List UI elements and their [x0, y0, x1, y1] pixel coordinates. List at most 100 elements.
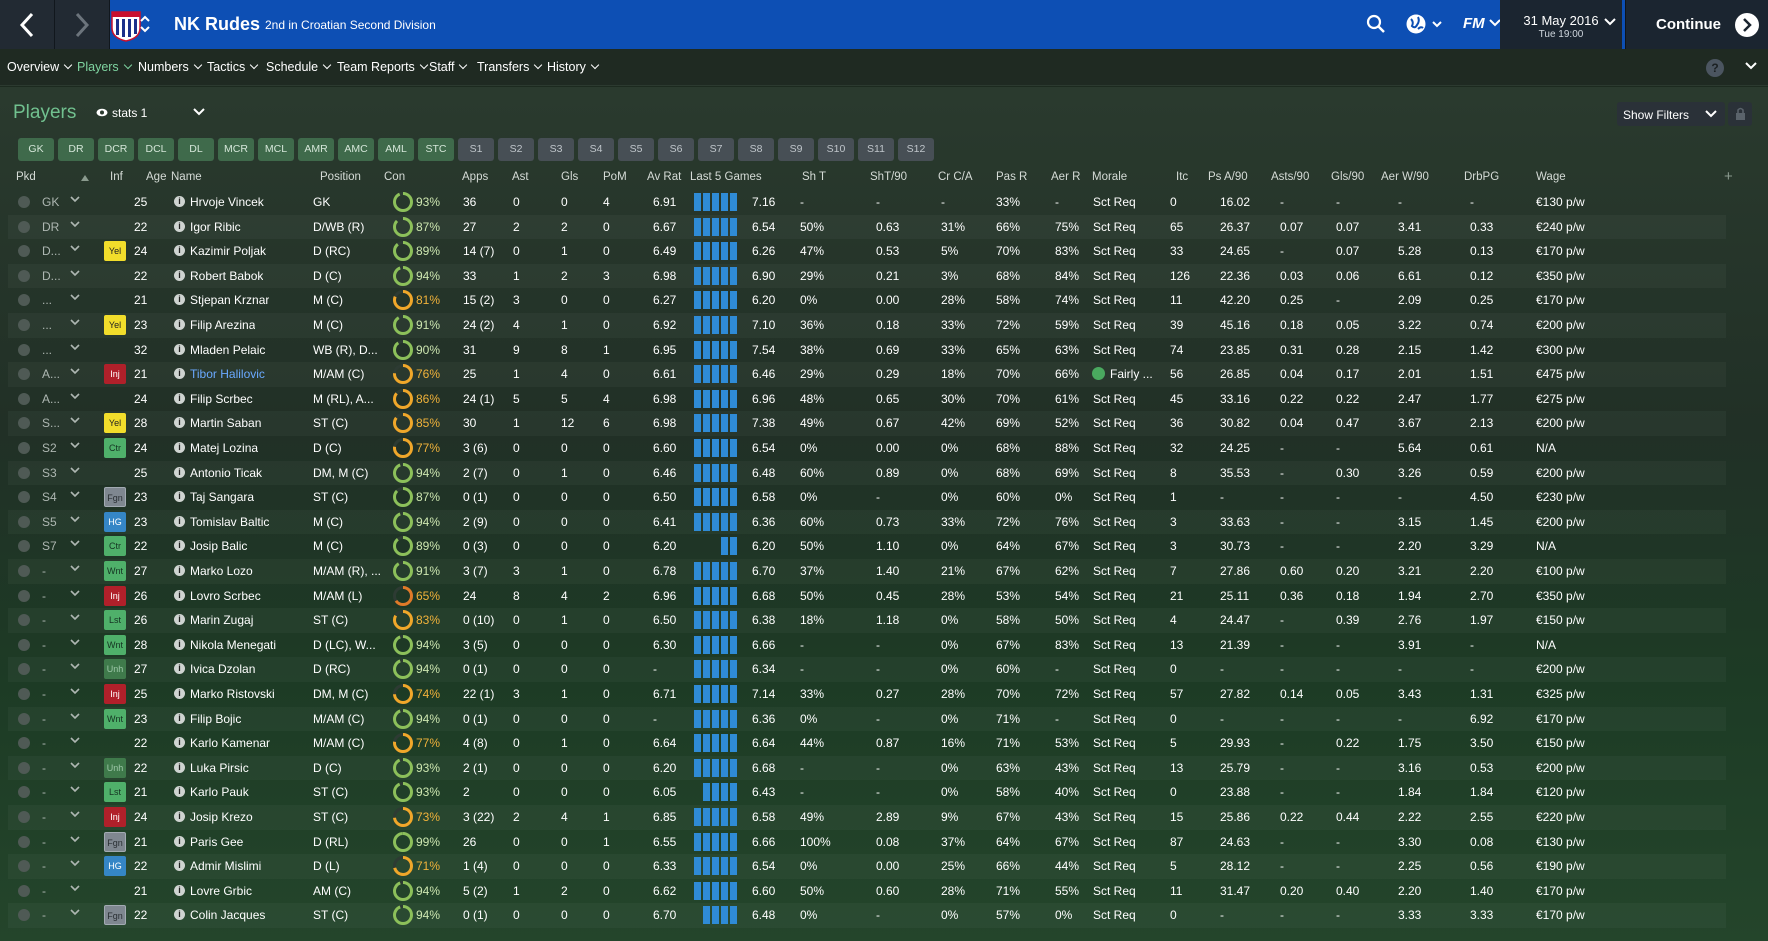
player-name[interactable]: Marko Lozo	[190, 564, 253, 578]
table-row[interactable]: - Inj 24 i Josip Krezo ST (C) 73% 3 (22) 2 4 1 6.85…	[8, 805, 1726, 830]
status-badge[interactable]: Ctr	[104, 536, 126, 557]
pick-radio[interactable]	[18, 737, 30, 750]
info-icon[interactable]: i	[174, 466, 185, 478]
back-button[interactable]	[0, 0, 55, 49]
player-name[interactable]: Robert Babok	[190, 269, 263, 283]
pick-radio[interactable]	[18, 392, 30, 405]
chevron-down-icon[interactable]	[70, 590, 80, 598]
menu-players[interactable]: Players	[77, 60, 131, 74]
info-icon[interactable]: i	[174, 491, 185, 503]
chevron-down-icon[interactable]	[70, 196, 80, 204]
pick-radio[interactable]	[18, 368, 30, 381]
info-icon[interactable]: i	[174, 294, 185, 306]
status-badge[interactable]: Inj	[104, 364, 126, 385]
table-row[interactable]: S2 Ctr 24 i Matej Lozina D (C) 77% 3 (6) 0 0 0 6.60…	[8, 436, 1726, 461]
club-name[interactable]: NK Rudes	[174, 14, 260, 35]
info-icon[interactable]: i	[174, 565, 185, 576]
player-name[interactable]: Josip Balic	[190, 539, 247, 553]
pick-radio[interactable]	[18, 466, 30, 479]
info-icon[interactable]: i	[174, 786, 185, 798]
pick-radio[interactable]	[18, 196, 30, 208]
position-filter-s8[interactable]: S8	[738, 138, 774, 161]
position-filter-s7[interactable]: S7	[698, 138, 734, 161]
info-icon[interactable]: i	[174, 392, 185, 404]
col-age[interactable]: Age	[146, 171, 166, 183]
pick-radio[interactable]	[18, 638, 30, 651]
chevron-down-icon[interactable]	[70, 368, 80, 376]
pick-radio[interactable]	[18, 663, 30, 676]
chevron-down-icon[interactable]	[70, 786, 80, 794]
table-row[interactable]: - Wnt 28 i Nikola Menegati D (LC), W... 94% 3 (…	[8, 633, 1726, 658]
player-name[interactable]: Igor Ribic	[190, 220, 241, 234]
pick-radio[interactable]	[18, 712, 30, 725]
info-icon[interactable]: i	[174, 614, 185, 626]
player-name[interactable]: Martin Saban	[190, 416, 261, 430]
position-filter-s3[interactable]: S3	[538, 138, 574, 161]
forward-button[interactable]	[55, 0, 110, 49]
chevron-down-icon[interactable]	[70, 860, 80, 868]
search-icon[interactable]	[1366, 14, 1386, 34]
info-icon[interactable]: i	[174, 540, 185, 552]
menu-team-reports[interactable]: Team Reports	[337, 60, 427, 74]
chevron-down-icon[interactable]	[70, 762, 80, 770]
position-filter-s1[interactable]: S1	[458, 138, 494, 161]
player-name[interactable]: Marko Ristovski	[190, 687, 275, 701]
chevron-down-icon[interactable]	[70, 688, 80, 696]
info-icon[interactable]: i	[174, 368, 185, 380]
chevron-down-icon[interactable]	[70, 836, 80, 844]
player-name[interactable]: Paris Gee	[190, 835, 243, 849]
position-filter-s6[interactable]: S6	[658, 138, 694, 161]
info-icon[interactable]: i	[174, 515, 185, 527]
status-badge[interactable]: Yel	[104, 241, 126, 262]
info-icon[interactable]: i	[174, 737, 185, 749]
col-aerw90[interactable]: Aer W/90	[1381, 171, 1429, 183]
chevron-down-icon[interactable]	[1744, 60, 1758, 72]
info-icon[interactable]: i	[174, 712, 185, 724]
table-row[interactable]: S3 25 i Antonio Ticak DM, M (C) 94% 2 (7) 0 1 0 6.…	[8, 461, 1726, 486]
pick-radio[interactable]	[18, 688, 30, 700]
pick-radio[interactable]	[18, 565, 30, 577]
col-sht[interactable]: Sh T	[802, 171, 826, 183]
chevron-down-icon[interactable]	[70, 344, 80, 352]
col-aerr[interactable]: Aer R	[1051, 171, 1080, 183]
player-name[interactable]: Colin Jacques	[190, 908, 265, 922]
table-row[interactable]: - Inj 25 i Marko Ristovski DM, M (C) 74% 22 (1)…	[8, 682, 1726, 707]
position-filter-aml[interactable]: AML	[378, 138, 414, 161]
pick-radio[interactable]	[18, 884, 30, 897]
col-psa90[interactable]: Ps A/90	[1208, 171, 1248, 183]
status-badge[interactable]: HG	[104, 856, 126, 877]
chevron-down-icon[interactable]	[70, 270, 80, 278]
chevron-down-icon[interactable]	[70, 737, 80, 745]
col-apps[interactable]: Apps	[462, 171, 488, 183]
info-icon[interactable]: i	[174, 245, 185, 257]
info-icon[interactable]: i	[174, 220, 185, 232]
table-row[interactable]: S... Yel 28 i Martin Saban ST (C) 85% 30 1 12 6 6.9…	[8, 411, 1726, 436]
player-name[interactable]: Antonio Ticak	[190, 466, 262, 480]
table-row[interactable]: A... 24 i Filip Scrbec M (RL), A... 86% 24 (1)…	[8, 387, 1726, 412]
menu-schedule[interactable]: Schedule	[266, 60, 330, 74]
player-name[interactable]: Stjepan Krznar	[190, 293, 269, 307]
table-row[interactable]: S5 HG 23 i Tomislav Baltic M (C) 94% 2 (9) 0 0 0 6.…	[8, 510, 1726, 535]
status-badge[interactable]: Inj	[104, 684, 126, 704]
col-inf[interactable]: Inf	[110, 171, 123, 183]
position-filter-s11[interactable]: S11	[858, 138, 894, 161]
position-filter-s10[interactable]: S10	[818, 138, 854, 161]
pick-radio[interactable]	[18, 786, 30, 799]
col-drbpg[interactable]: DrbPG	[1464, 171, 1499, 183]
player-name[interactable]: Matej Lozina	[190, 441, 258, 455]
pick-radio[interactable]	[18, 220, 30, 233]
chevron-down-icon[interactable]	[70, 491, 80, 499]
status-badge[interactable]: Wnt	[104, 708, 126, 729]
col-gls[interactable]: Gls	[561, 171, 578, 183]
menu-transfers[interactable]: Transfers	[477, 60, 541, 74]
lock-button[interactable]	[1728, 102, 1752, 126]
status-badge[interactable]: Fgn	[104, 905, 126, 926]
player-name[interactable]: Filip Scrbec	[190, 392, 253, 406]
col-last5[interactable]: Last 5 Games	[690, 171, 762, 183]
player-name[interactable]: Marin Zugaj	[190, 613, 253, 627]
pick-radio[interactable]	[18, 589, 30, 602]
add-column-icon[interactable]: +	[1724, 168, 1733, 185]
chevron-down-icon[interactable]	[70, 417, 80, 425]
position-filter-s12[interactable]: S12	[898, 138, 934, 161]
position-filter-gk[interactable]: GK	[18, 138, 54, 161]
